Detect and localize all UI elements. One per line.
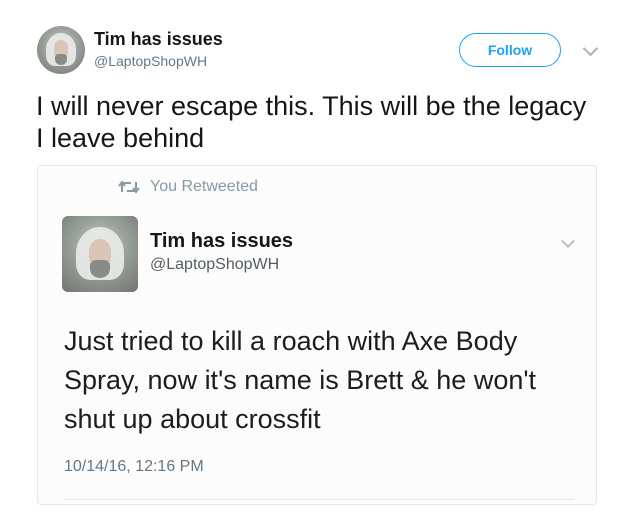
embedded-tweet-text: Just tried to kill a roach with Axe Body…	[64, 326, 537, 434]
tweet-text: I will never escape this. This will be t…	[36, 91, 587, 153]
retweet-icon	[118, 180, 140, 194]
follow-button[interactable]: Follow	[459, 33, 561, 67]
chevron-down-icon[interactable]	[560, 233, 576, 249]
avatar[interactable]	[37, 26, 85, 74]
author-handle[interactable]: @LaptopShopWH	[94, 53, 207, 69]
embedded-tweet-card[interactable]: You Retweeted Tim has issues @LaptopShop…	[37, 165, 597, 505]
embedded-avatar[interactable]	[62, 216, 138, 292]
author-name[interactable]: Tim has issues	[94, 29, 223, 50]
embedded-author-name[interactable]: Tim has issues	[150, 230, 293, 253]
retweet-label: You Retweeted	[150, 178, 258, 195]
embedded-author-handle[interactable]: @LaptopShopWH	[150, 256, 279, 274]
chevron-down-icon[interactable]	[582, 40, 599, 57]
divider	[64, 499, 574, 500]
embedded-timestamp[interactable]: 10/14/16, 12:16 PM	[64, 458, 204, 476]
